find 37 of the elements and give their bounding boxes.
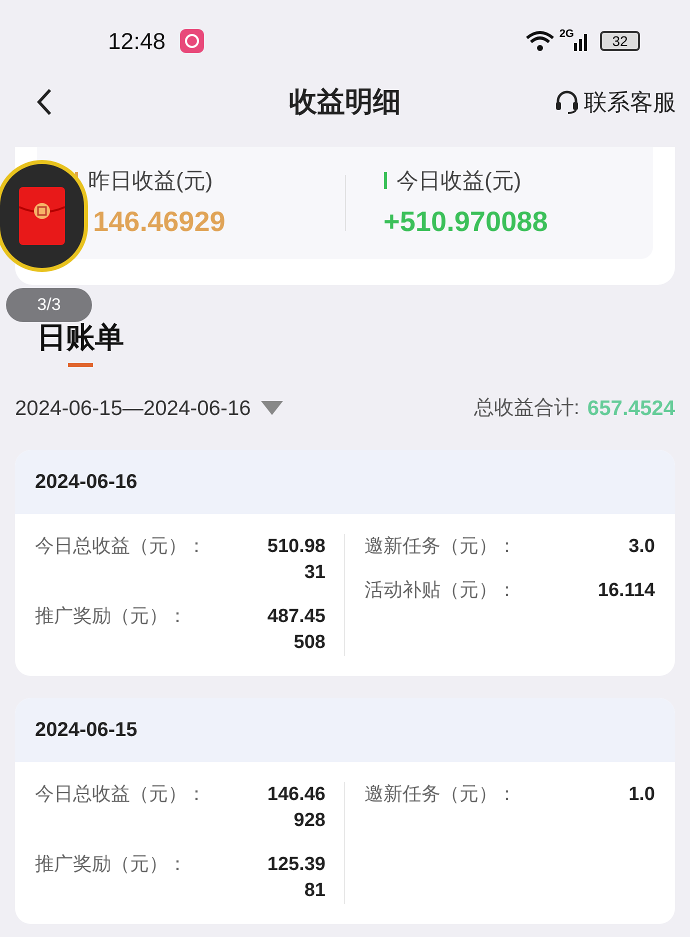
field-label: 今日总收益（元）： (35, 535, 206, 559)
contact-service-link[interactable]: 联系客服 (584, 84, 676, 120)
field-value: 16.114 (598, 579, 655, 603)
summary-label: 昨日收益(元) (88, 166, 213, 194)
field-label: 活动补贴（元）： (364, 579, 516, 603)
day-date: 2024-06-16 (35, 470, 138, 495)
field-value: 1.0 (628, 783, 655, 807)
date-range-selector[interactable]: 2024-06-15—2024-06-16 (15, 392, 251, 424)
signal-icon (574, 31, 590, 51)
network-label: 2G (559, 29, 574, 40)
field-label: 推广奖励（元）： (35, 853, 187, 877)
field-value: 125.3981 (266, 853, 326, 903)
field-label: 邀新任务（元）： (364, 783, 516, 807)
summary-value: 146.46929 (92, 204, 226, 238)
section-title: 日账单 (37, 322, 124, 354)
page-counter-badge: 3/3 (6, 288, 92, 322)
field-label: 邀新任务（元）： (364, 535, 516, 559)
field-label: 今日总收益（元）： (35, 783, 206, 807)
envelope-icon (19, 187, 65, 245)
total-value: 657.4524 (587, 396, 675, 422)
app-icon (180, 29, 204, 53)
clock: 12:48 (108, 26, 166, 56)
page-title: 收益明细 (289, 85, 401, 119)
field-label: 推广奖励（元）： (35, 605, 187, 629)
day-date: 2024-06-15 (35, 718, 138, 743)
dropdown-icon[interactable] (260, 401, 283, 416)
field-value: 3.0 (628, 535, 655, 559)
field-value: 510.9831 (266, 535, 326, 585)
field-value: 146.46928 (266, 783, 326, 833)
battery-indicator: 32 (600, 31, 640, 51)
summary-value: +510.970088 (384, 204, 549, 238)
field-value: 487.45508 (266, 605, 326, 655)
summary-label: 今日收益(元) (396, 166, 522, 194)
wifi-icon (525, 30, 556, 52)
back-icon[interactable] (36, 88, 52, 116)
total-label: 总收益合计: (474, 396, 580, 422)
headset-icon[interactable] (554, 89, 580, 115)
